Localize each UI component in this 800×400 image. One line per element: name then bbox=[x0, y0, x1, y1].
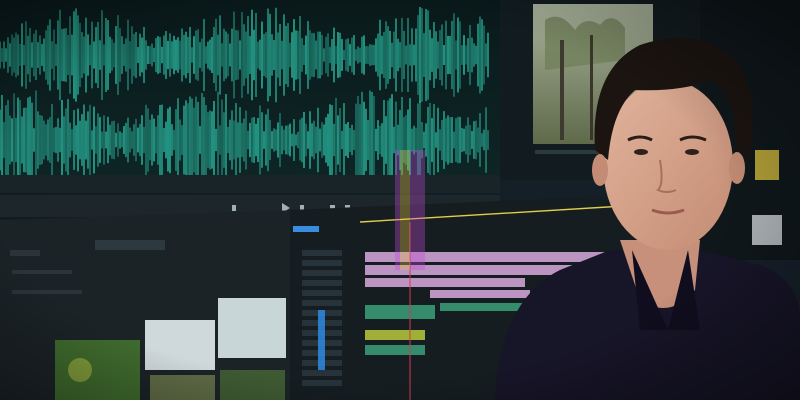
scene-svg bbox=[0, 0, 800, 400]
editing-suite-photo bbox=[0, 0, 800, 400]
vignette bbox=[0, 0, 800, 400]
